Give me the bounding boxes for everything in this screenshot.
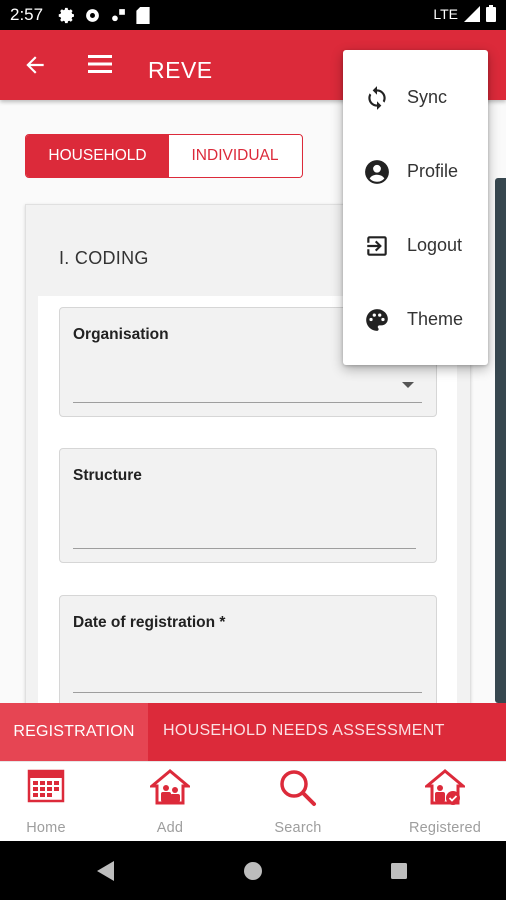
organisation-underline <box>73 402 422 403</box>
form-tabs: REGISTRATION HOUSEHOLD NEEDS ASSESSMENT <box>0 703 506 761</box>
nav-registered[interactable]: Registered <box>390 762 500 842</box>
settings-icon <box>58 7 74 24</box>
structure-label: Structure <box>73 467 142 484</box>
signal-icon <box>464 5 480 22</box>
search-icon <box>280 770 316 806</box>
menu-item-label: Logout <box>407 235 463 255</box>
date-of-registration-label: Date of registration * <box>73 614 226 631</box>
menu-item-label: Theme <box>407 309 464 329</box>
battery-icon <box>486 5 496 22</box>
overflow-menu: Sync Profile Logout Theme <box>343 50 488 365</box>
system-back-icon[interactable] <box>95 860 115 882</box>
nav-home[interactable]: Home <box>0 762 101 842</box>
status-time: 2:57 <box>10 5 44 24</box>
menu-item-label: Profile <box>407 161 459 181</box>
organisation-label: Organisation <box>73 326 169 343</box>
menu-item-sync[interactable]: Sync <box>343 69 488 125</box>
nav-label: Search <box>274 820 322 836</box>
menu-item-label: Sync <box>407 87 448 107</box>
exit-icon <box>367 236 387 256</box>
scrollbar[interactable] <box>495 178 506 703</box>
nav-add[interactable]: Add <box>115 762 225 842</box>
nav-label: Add <box>156 820 184 836</box>
structure-field[interactable]: Structure <box>59 448 437 563</box>
add-household-icon <box>150 769 190 805</box>
bottom-navigation: Home Add Search Registered <box>0 761 506 841</box>
registration-type-toggle: HOUSEHOLD INDIVIDUAL <box>25 134 303 178</box>
menu-item-logout[interactable]: Logout <box>343 217 488 273</box>
section-title: I. CODING <box>59 248 149 268</box>
individual-segment[interactable]: INDIVIDUAL <box>169 135 301 177</box>
system-home-icon[interactable] <box>243 861 263 881</box>
palette-icon <box>366 309 388 331</box>
bluetooth-devices-icon <box>112 9 125 22</box>
account-circle-icon <box>365 160 389 184</box>
tab-registration[interactable]: REGISTRATION <box>0 703 148 761</box>
nav-search[interactable]: Search <box>243 762 353 842</box>
system-navigation-bar <box>0 841 506 900</box>
menu-item-theme[interactable]: Theme <box>343 291 488 347</box>
tab-household-needs-assessment[interactable]: HOUSEHOLD NEEDS ASSESSMENT <box>163 722 445 740</box>
sync-icon <box>368 86 386 110</box>
registered-household-icon <box>425 769 465 805</box>
back-arrow-icon[interactable] <box>22 52 48 78</box>
nav-label: Registered <box>408 820 482 836</box>
hamburger-menu-icon[interactable] <box>87 53 113 75</box>
structure-underline <box>73 548 416 549</box>
household-segment[interactable]: HOUSEHOLD <box>26 135 169 177</box>
sd-card-icon <box>136 7 150 24</box>
menu-item-profile[interactable]: Profile <box>343 143 488 199</box>
date-of-registration-underline <box>73 692 422 693</box>
nav-label: Home <box>26 820 66 836</box>
calendar-grid-icon <box>27 769 65 803</box>
date-of-registration-field[interactable]: Date of registration * <box>59 595 437 707</box>
app-title: REVE <box>148 57 213 83</box>
system-recents-icon[interactable] <box>390 862 408 880</box>
network-type: LTE <box>433 5 458 22</box>
settings-icon <box>86 9 99 22</box>
status-bar: 2:57 LTE <box>0 0 506 30</box>
dropdown-arrow-icon[interactable] <box>402 382 414 388</box>
status-notification-icons <box>58 7 150 24</box>
